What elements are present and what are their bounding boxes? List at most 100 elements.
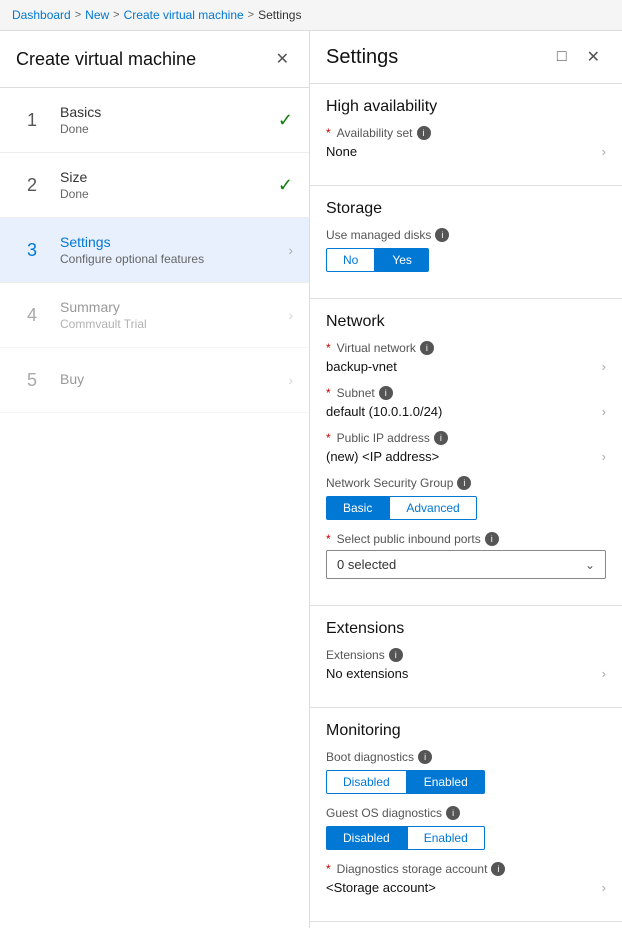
left-panel: Create virtual machine ✕ 1 Basics Done ✓… <box>0 31 310 928</box>
availability-set-info-icon[interactable]: i <box>417 126 431 140</box>
right-content: High availability * Availability set i N… <box>310 84 622 928</box>
diagnostics-storage-required: * <box>326 862 331 876</box>
public-ip-current: (new) <IP address> <box>326 449 439 464</box>
step-number-3: 3 <box>16 234 48 266</box>
step-number-5: 5 <box>16 364 48 396</box>
right-panel-title: Settings <box>326 46 398 69</box>
step-subtitle-2: Done <box>60 187 270 201</box>
storage-section: Storage Use managed disks i No Yes <box>310 186 622 299</box>
maximize-button[interactable]: □ <box>551 43 573 71</box>
step-title-4: Summary <box>60 299 280 315</box>
subnet-value[interactable]: default (10.0.1.0/24) › <box>326 404 606 419</box>
diagnostics-storage-label-text: Diagnostics storage account <box>337 862 488 876</box>
extensions-arrow: › <box>602 666 606 681</box>
nsg-toggle: Basic Advanced <box>326 496 606 520</box>
subnet-required: * <box>326 386 331 400</box>
managed-disks-toggle: No Yes <box>326 248 606 272</box>
nsg-basic[interactable]: Basic <box>326 496 389 520</box>
monitoring-title: Monitoring <box>326 722 606 740</box>
step-item-settings[interactable]: 3 Settings Configure optional features › <box>0 218 309 283</box>
diagnostics-storage-value[interactable]: <Storage account> › <box>326 880 606 895</box>
nsg-field: Network Security Group i Basic Advanced <box>326 476 606 520</box>
guest-os-diagnostics-enabled[interactable]: Enabled <box>407 826 485 850</box>
high-availability-section: High availability * Availability set i N… <box>310 84 622 186</box>
extensions-info-icon[interactable]: i <box>389 648 403 662</box>
extensions-current: No extensions <box>326 666 408 681</box>
step-subtitle-4: Commvault Trial <box>60 317 280 331</box>
managed-disks-label: Use managed disks i <box>326 228 606 242</box>
public-ip-value[interactable]: (new) <IP address> › <box>326 449 606 464</box>
boot-diagnostics-field: Boot diagnostics i Disabled Enabled <box>326 750 606 794</box>
step-item-summary[interactable]: 4 Summary Commvault Trial › <box>0 283 309 348</box>
step-number-2: 2 <box>16 169 48 201</box>
breadcrumb-new[interactable]: New <box>85 8 109 22</box>
public-ip-label-text: Public IP address <box>337 431 430 445</box>
breadcrumb-dashboard[interactable]: Dashboard <box>12 8 71 22</box>
managed-disks-info-icon[interactable]: i <box>435 228 449 242</box>
virtual-network-info-icon[interactable]: i <box>420 341 434 355</box>
guest-os-diagnostics-info-icon[interactable]: i <box>446 806 460 820</box>
virtual-network-current: backup-vnet <box>326 359 397 374</box>
boot-diagnostics-disabled[interactable]: Disabled <box>326 770 407 794</box>
inbound-ports-select[interactable]: 0 selected ⌄ <box>326 550 606 579</box>
step-number-1: 1 <box>16 104 48 136</box>
nsg-label-text: Network Security Group <box>326 476 453 490</box>
nsg-advanced[interactable]: Advanced <box>389 496 476 520</box>
right-header: Settings □ ✕ <box>310 31 622 84</box>
subnet-label: * Subnet i <box>326 386 606 400</box>
step-item-buy[interactable]: 5 Buy › <box>0 348 309 413</box>
left-header: Create virtual machine ✕ <box>0 31 309 88</box>
boot-diagnostics-enabled[interactable]: Enabled <box>407 770 485 794</box>
availability-set-label: * Availability set i <box>326 126 606 140</box>
step-title-5: Buy <box>60 371 280 387</box>
step-number-4: 4 <box>16 299 48 331</box>
virtual-network-field: * Virtual network i backup-vnet › <box>326 341 606 374</box>
breadcrumb-create-vm[interactable]: Create virtual machine <box>124 8 244 22</box>
close-button[interactable]: ✕ <box>272 45 293 73</box>
extensions-section: Extensions Extensions i No extensions › <box>310 606 622 708</box>
extensions-value[interactable]: No extensions › <box>326 666 606 681</box>
availability-set-value[interactable]: None › <box>326 144 606 159</box>
step-subtitle-1: Done <box>60 122 270 136</box>
public-ip-field: * Public IP address i (new) <IP address>… <box>326 431 606 464</box>
availability-set-current: None <box>326 144 357 159</box>
close-right-button[interactable]: ✕ <box>581 43 606 71</box>
wizard-title: Create virtual machine <box>16 49 196 70</box>
diagnostics-storage-info-icon[interactable]: i <box>491 862 505 876</box>
extensions-label-text: Extensions <box>326 648 385 662</box>
extensions-label: Extensions i <box>326 648 606 662</box>
step-title-3: Settings <box>60 234 280 250</box>
public-ip-info-icon[interactable]: i <box>434 431 448 445</box>
step-item-basics[interactable]: 1 Basics Done ✓ <box>0 88 309 153</box>
right-panel: Settings □ ✕ High availability * Availab… <box>310 31 622 928</box>
inbound-ports-info-icon[interactable]: i <box>485 532 499 546</box>
inbound-ports-value: 0 selected <box>337 557 396 572</box>
step-content-3: Settings Configure optional features <box>60 234 280 266</box>
breadcrumb-sep-1: > <box>75 9 81 21</box>
storage-title: Storage <box>326 200 606 218</box>
virtual-network-label: * Virtual network i <box>326 341 606 355</box>
step-arrow-3: › <box>288 242 293 258</box>
diagnostics-storage-field: * Diagnostics storage account i <Storage… <box>326 862 606 895</box>
managed-disks-yes[interactable]: Yes <box>375 248 429 272</box>
diagnostics-storage-arrow: › <box>602 880 606 895</box>
step-item-size[interactable]: 2 Size Done ✓ <box>0 153 309 218</box>
nsg-info-icon[interactable]: i <box>457 476 471 490</box>
step-title-2: Size <box>60 169 270 185</box>
step-content-1: Basics Done <box>60 104 270 136</box>
virtual-network-value[interactable]: backup-vnet › <box>326 359 606 374</box>
managed-disks-label-text: Use managed disks <box>326 228 431 242</box>
managed-disks-no[interactable]: No <box>326 248 375 272</box>
breadcrumb-sep-2: > <box>113 9 119 21</box>
right-header-actions: □ ✕ <box>551 43 606 71</box>
availability-set-field: * Availability set i None › <box>326 126 606 159</box>
guest-os-diagnostics-label: Guest OS diagnostics i <box>326 806 606 820</box>
boot-diagnostics-info-icon[interactable]: i <box>418 750 432 764</box>
guest-os-diagnostics-label-text: Guest OS diagnostics <box>326 806 442 820</box>
subnet-info-icon[interactable]: i <box>379 386 393 400</box>
high-availability-title: High availability <box>326 98 606 116</box>
extensions-field: Extensions i No extensions › <box>326 648 606 681</box>
network-title: Network <box>326 313 606 331</box>
step-content-5: Buy <box>60 371 280 389</box>
guest-os-diagnostics-disabled[interactable]: Disabled <box>326 826 407 850</box>
